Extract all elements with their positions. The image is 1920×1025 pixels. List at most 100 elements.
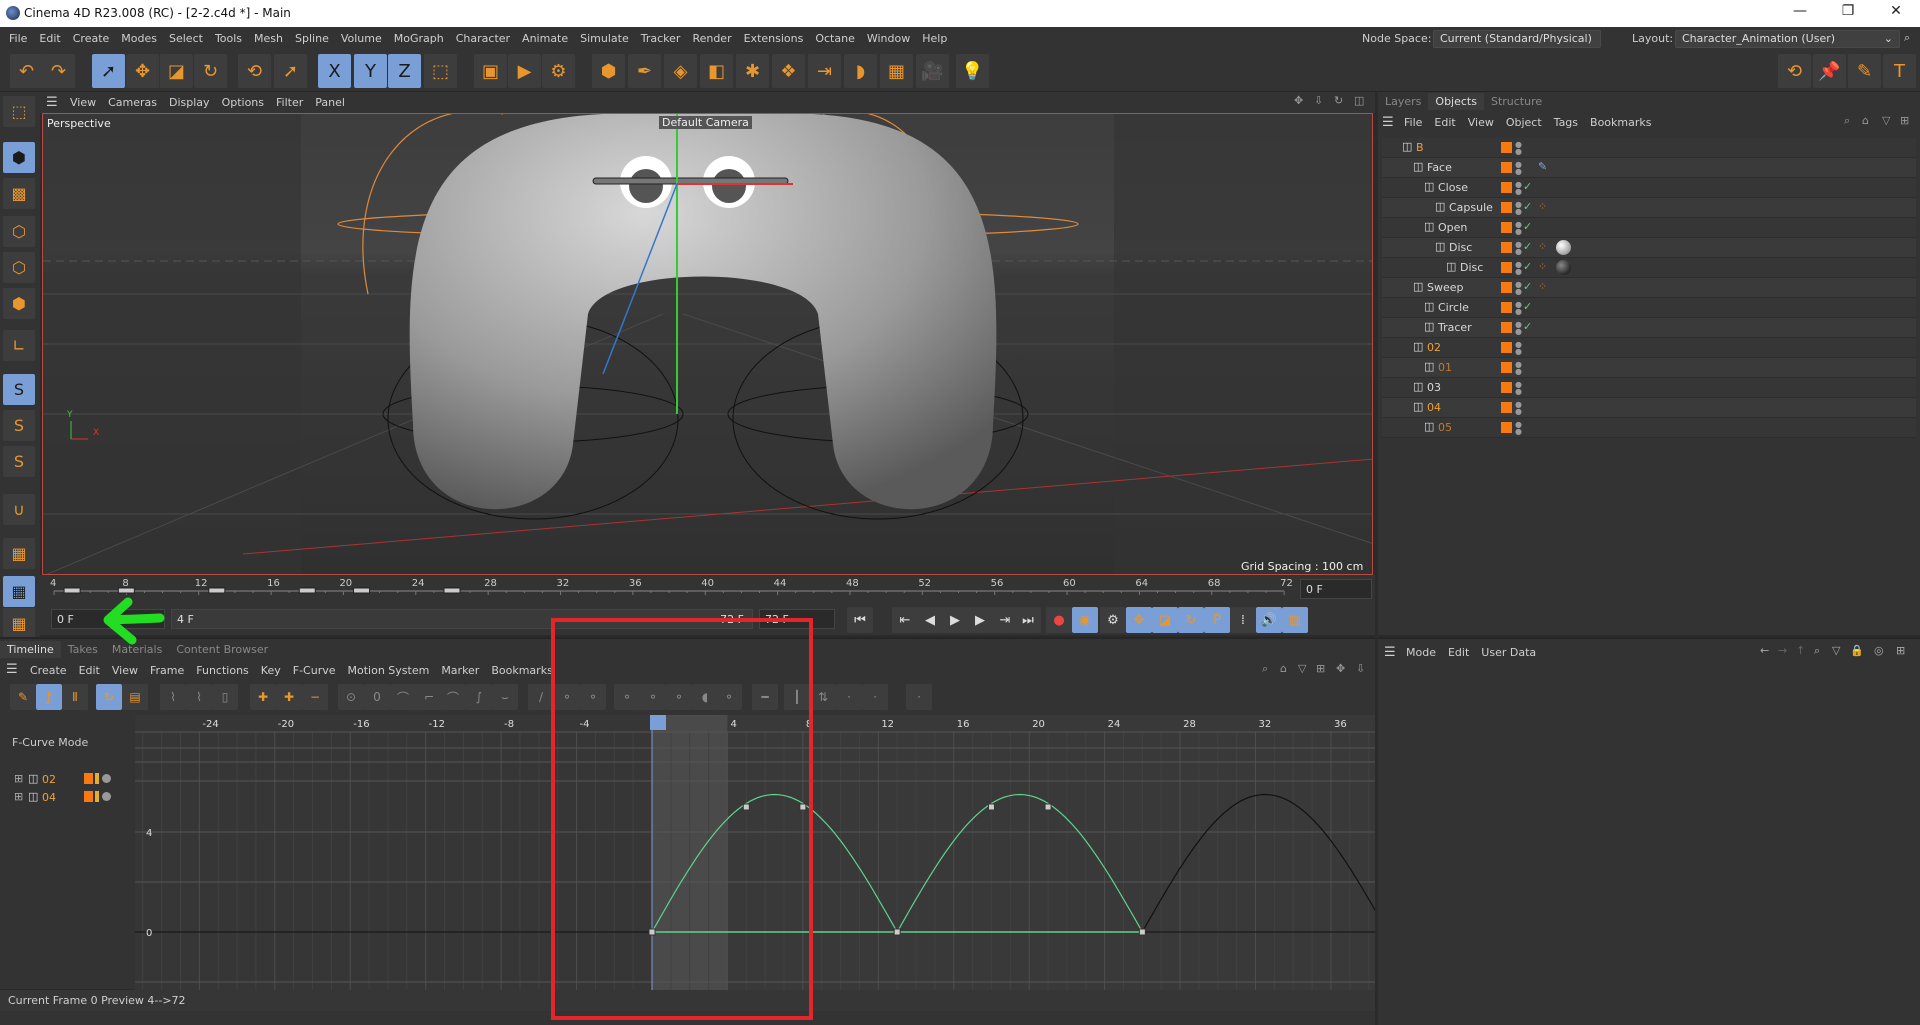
go-to-start-icon[interactable]: ⏮ bbox=[847, 607, 873, 633]
node-space-select[interactable]: Current (Standard/Physical) ⌄ bbox=[1433, 30, 1601, 58]
tab-timeline[interactable]: Timeline bbox=[0, 641, 61, 658]
viewport-menu-options[interactable]: Options bbox=[216, 96, 270, 109]
new-panel-icon[interactable]: ⊞ bbox=[1900, 114, 1909, 127]
undo-icon[interactable]: ↶ bbox=[10, 54, 43, 88]
timeline-tool-16-icon[interactable]: ⌒ bbox=[440, 684, 466, 710]
object-name[interactable]: 02 bbox=[1427, 341, 1441, 354]
menu-octane[interactable]: Octane bbox=[809, 32, 861, 45]
enabled-check-icon[interactable]: ✓ bbox=[1523, 300, 1532, 313]
dolly-view-icon[interactable]: ⇩ bbox=[1314, 94, 1323, 107]
pin-psr-icon[interactable]: 📌 bbox=[1813, 54, 1846, 88]
dock-icon[interactable]: ⇩ bbox=[1356, 662, 1365, 675]
timeline-tool-4-icon[interactable]: ↻ bbox=[96, 684, 122, 710]
menu-window[interactable]: Window bbox=[861, 32, 916, 45]
model-mode-icon[interactable]: ⬢ bbox=[3, 142, 35, 173]
objects-menu-tags[interactable]: Tags bbox=[1548, 116, 1584, 129]
object-name[interactable]: Sweep bbox=[1427, 281, 1464, 294]
minimize-button[interactable]: — bbox=[1780, 3, 1820, 23]
workplane-align-icon[interactable]: ▦ bbox=[3, 608, 35, 639]
objects-menu-bookmarks[interactable]: Bookmarks bbox=[1584, 116, 1657, 129]
visibility-dots[interactable]: ● ● bbox=[1515, 221, 1522, 236]
play-icon[interactable]: ▶ bbox=[942, 607, 968, 633]
object-row[interactable]: ◫ 03 ● ● bbox=[1382, 378, 1916, 398]
hamburger-icon[interactable]: ☰ bbox=[1382, 115, 1394, 130]
tab-objects[interactable]: Objects bbox=[1428, 93, 1484, 110]
track-solo-icon[interactable] bbox=[102, 774, 111, 783]
visibility-dots[interactable]: ● ● bbox=[1515, 401, 1522, 416]
layer-color-swatch[interactable] bbox=[1501, 362, 1512, 373]
solo-selection-icon[interactable]: S bbox=[3, 410, 35, 441]
object-row[interactable]: ◫ 04 ● ● bbox=[1382, 398, 1916, 418]
material-tag-icon[interactable]: ⁘ bbox=[1538, 280, 1553, 295]
object-row[interactable]: ◫ Face ● ● ✎ bbox=[1382, 158, 1916, 178]
timeline-tool-32-icon[interactable]: · bbox=[906, 684, 932, 710]
current-frame-field[interactable]: 0 F bbox=[1300, 579, 1372, 599]
scale-icon[interactable]: ◪ bbox=[160, 54, 193, 88]
timeline-menu-frame[interactable]: Frame bbox=[144, 664, 190, 677]
snap-icon[interactable]: ∪ bbox=[3, 494, 35, 525]
object-name[interactable]: Close bbox=[1438, 181, 1468, 194]
layer-color-swatch[interactable] bbox=[1501, 222, 1512, 233]
objects-menu-object[interactable]: Object bbox=[1500, 116, 1548, 129]
up-arrow-icon[interactable]: ↑ bbox=[1796, 644, 1805, 657]
expand-icon[interactable]: ⊞ bbox=[14, 772, 23, 785]
object-name[interactable]: Tracer bbox=[1438, 321, 1472, 334]
axis-mode-icon[interactable]: ∟ bbox=[3, 330, 35, 361]
timeline-tool-13-icon[interactable]: 0 bbox=[364, 684, 390, 710]
viewport-menu-view[interactable]: View bbox=[64, 96, 102, 109]
next-frame-icon[interactable]: ▶ bbox=[967, 607, 993, 633]
timeline-tool-7-icon[interactable]: ⌇ bbox=[186, 684, 212, 710]
autokey-icon[interactable]: ◉ bbox=[1072, 607, 1098, 633]
layer-color-swatch[interactable] bbox=[1501, 142, 1512, 153]
film-icon[interactable]: ▥ bbox=[1282, 607, 1308, 633]
object-name[interactable]: Open bbox=[1438, 221, 1467, 234]
enabled-check-icon[interactable]: ✓ bbox=[1523, 240, 1532, 253]
camera-icon[interactable]: 🎥 bbox=[916, 54, 949, 88]
pen-icon[interactable]: ✒ bbox=[628, 54, 661, 88]
layer-color-swatch[interactable] bbox=[1501, 422, 1512, 433]
attributes-menu-user-data[interactable]: User Data bbox=[1475, 646, 1542, 659]
menu-edit[interactable]: Edit bbox=[33, 32, 66, 45]
cube-icon[interactable]: ⬢ bbox=[592, 54, 625, 88]
viewport-perspective[interactable]: Perspective Default Camera Grid Spacing … bbox=[42, 113, 1373, 575]
timeline-tool-31-icon[interactable]: · bbox=[862, 684, 888, 710]
object-name[interactable]: 03 bbox=[1427, 381, 1441, 394]
home-icon[interactable]: ⌂ bbox=[1280, 662, 1287, 675]
new-panel-icon[interactable]: ⊞ bbox=[1896, 644, 1905, 657]
timeline-tool-1-icon[interactable]: ✎ bbox=[10, 684, 36, 710]
timeline-tool-17-icon[interactable]: ∫ bbox=[466, 684, 492, 710]
search-icon[interactable]: ⌕ bbox=[1904, 31, 1910, 45]
timeline-tool-5-icon[interactable]: ▤ bbox=[122, 684, 148, 710]
key-pla-icon[interactable]: ⁞ bbox=[1230, 607, 1256, 633]
make-editable-icon[interactable]: ⬚ bbox=[3, 96, 35, 127]
visibility-dots[interactable]: ● ● bbox=[1515, 381, 1522, 396]
coordinate-system-icon[interactable]: ⬚ bbox=[424, 54, 457, 88]
prev-key-icon[interactable]: ⇤ bbox=[892, 607, 918, 633]
hamburger-icon[interactable]: ☰ bbox=[6, 662, 18, 677]
menu-character[interactable]: Character bbox=[450, 32, 516, 45]
sketch-icon[interactable]: ✎ bbox=[1848, 54, 1881, 88]
menu-tools[interactable]: Tools bbox=[209, 32, 248, 45]
go-to-end-icon[interactable]: ⏭ bbox=[1015, 607, 1041, 633]
timeline-tool-15-icon[interactable]: ⌐ bbox=[416, 684, 442, 710]
track-name[interactable]: 02 bbox=[42, 773, 56, 786]
solo-hierarchy-icon[interactable]: S bbox=[3, 446, 35, 477]
track-name[interactable]: 04 bbox=[42, 791, 56, 804]
keyframe-point[interactable] bbox=[1138, 928, 1146, 936]
pan-view-icon[interactable]: ✥ bbox=[1294, 94, 1303, 107]
redo-icon[interactable]: ↷ bbox=[42, 54, 75, 88]
key-rotation-icon[interactable]: ↻ bbox=[1178, 607, 1204, 633]
menu-mesh[interactable]: Mesh bbox=[248, 32, 289, 45]
floor-icon[interactable]: ▦ bbox=[880, 54, 913, 88]
track-color-swatch[interactable] bbox=[84, 791, 93, 802]
object-name[interactable]: Face bbox=[1427, 161, 1452, 174]
close-button[interactable]: ✕ bbox=[1876, 3, 1916, 23]
forward-arrow-icon[interactable]: → bbox=[1778, 644, 1787, 657]
menu-select[interactable]: Select bbox=[163, 32, 209, 45]
back-arrow-icon[interactable]: ← bbox=[1760, 644, 1769, 657]
texture-mode-icon[interactable]: ▩ bbox=[3, 178, 35, 209]
hamburger-icon[interactable]: ☰ bbox=[46, 95, 58, 110]
timeline-menu-motion-system[interactable]: Motion System bbox=[342, 664, 436, 677]
timeline-tool-3-icon[interactable]: Ⅱ bbox=[62, 684, 88, 710]
track-color-swatch[interactable] bbox=[84, 773, 93, 784]
